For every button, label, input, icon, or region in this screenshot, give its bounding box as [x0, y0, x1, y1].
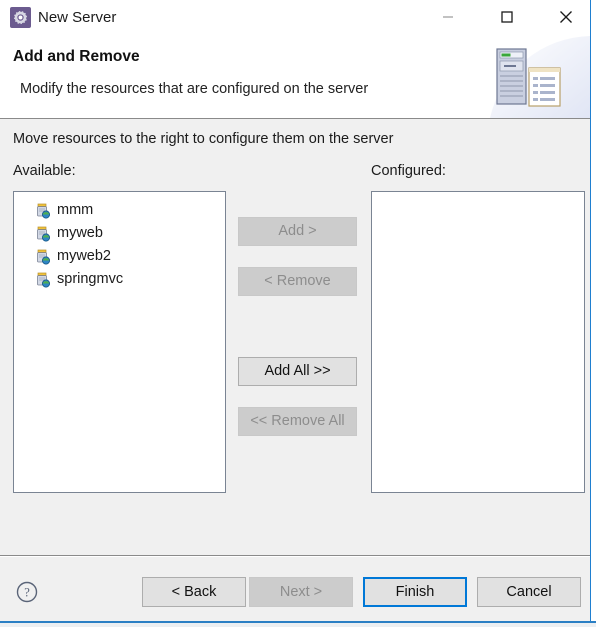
background-strip — [0, 621, 596, 627]
page-subtitle: Modify the resources that are configured… — [20, 81, 369, 97]
minimize-icon[interactable] — [425, 0, 470, 33]
list-item[interactable]: springmvc — [14, 268, 225, 291]
web-module-icon — [35, 226, 51, 242]
new-server-dialog: New Server Add and Remove Modify the res… — [0, 0, 591, 621]
available-label: Available: — [13, 163, 76, 179]
list-item-label: mmm — [57, 202, 94, 218]
title-bar[interactable]: New Server — [0, 0, 590, 36]
configured-label: Configured: — [371, 163, 446, 179]
close-icon[interactable] — [543, 0, 588, 33]
web-module-icon — [35, 203, 51, 219]
configured-list[interactable] — [371, 191, 585, 493]
remove-button[interactable]: < Remove — [238, 267, 357, 296]
add-button[interactable]: Add > — [238, 217, 357, 246]
remove-all-button[interactable]: << Remove All — [238, 407, 357, 436]
back-button[interactable]: < Back — [142, 577, 246, 607]
instruction-text: Move resources to the right to configure… — [13, 131, 394, 147]
svg-text:?: ? — [24, 586, 30, 600]
list-item[interactable]: myweb2 — [14, 245, 225, 268]
maximize-icon[interactable] — [484, 0, 529, 33]
finish-button[interactable]: Finish — [363, 577, 467, 607]
server-and-document-icon — [470, 36, 590, 118]
window-title: New Server — [38, 9, 117, 26]
list-item-label: myweb — [57, 225, 103, 241]
wizard-body: Move resources to the right to configure… — [0, 119, 590, 556]
wizard-header: Add and Remove Modify the resources that… — [0, 36, 590, 119]
list-item-label: myweb2 — [57, 248, 111, 264]
web-module-icon — [35, 272, 51, 288]
list-item-label: springmvc — [57, 271, 124, 287]
list-item[interactable]: myweb — [14, 222, 225, 245]
server-gear-icon — [10, 7, 31, 28]
help-icon[interactable]: ? — [16, 581, 38, 603]
add-all-button[interactable]: Add All >> — [238, 357, 357, 386]
cancel-button[interactable]: Cancel — [477, 577, 581, 607]
page-title: Add and Remove — [13, 48, 140, 65]
web-module-icon — [35, 249, 51, 265]
available-list[interactable]: mmm myweb myweb2 springmvc — [13, 191, 226, 493]
list-item[interactable]: mmm — [14, 199, 225, 222]
next-button[interactable]: Next > — [249, 577, 353, 607]
